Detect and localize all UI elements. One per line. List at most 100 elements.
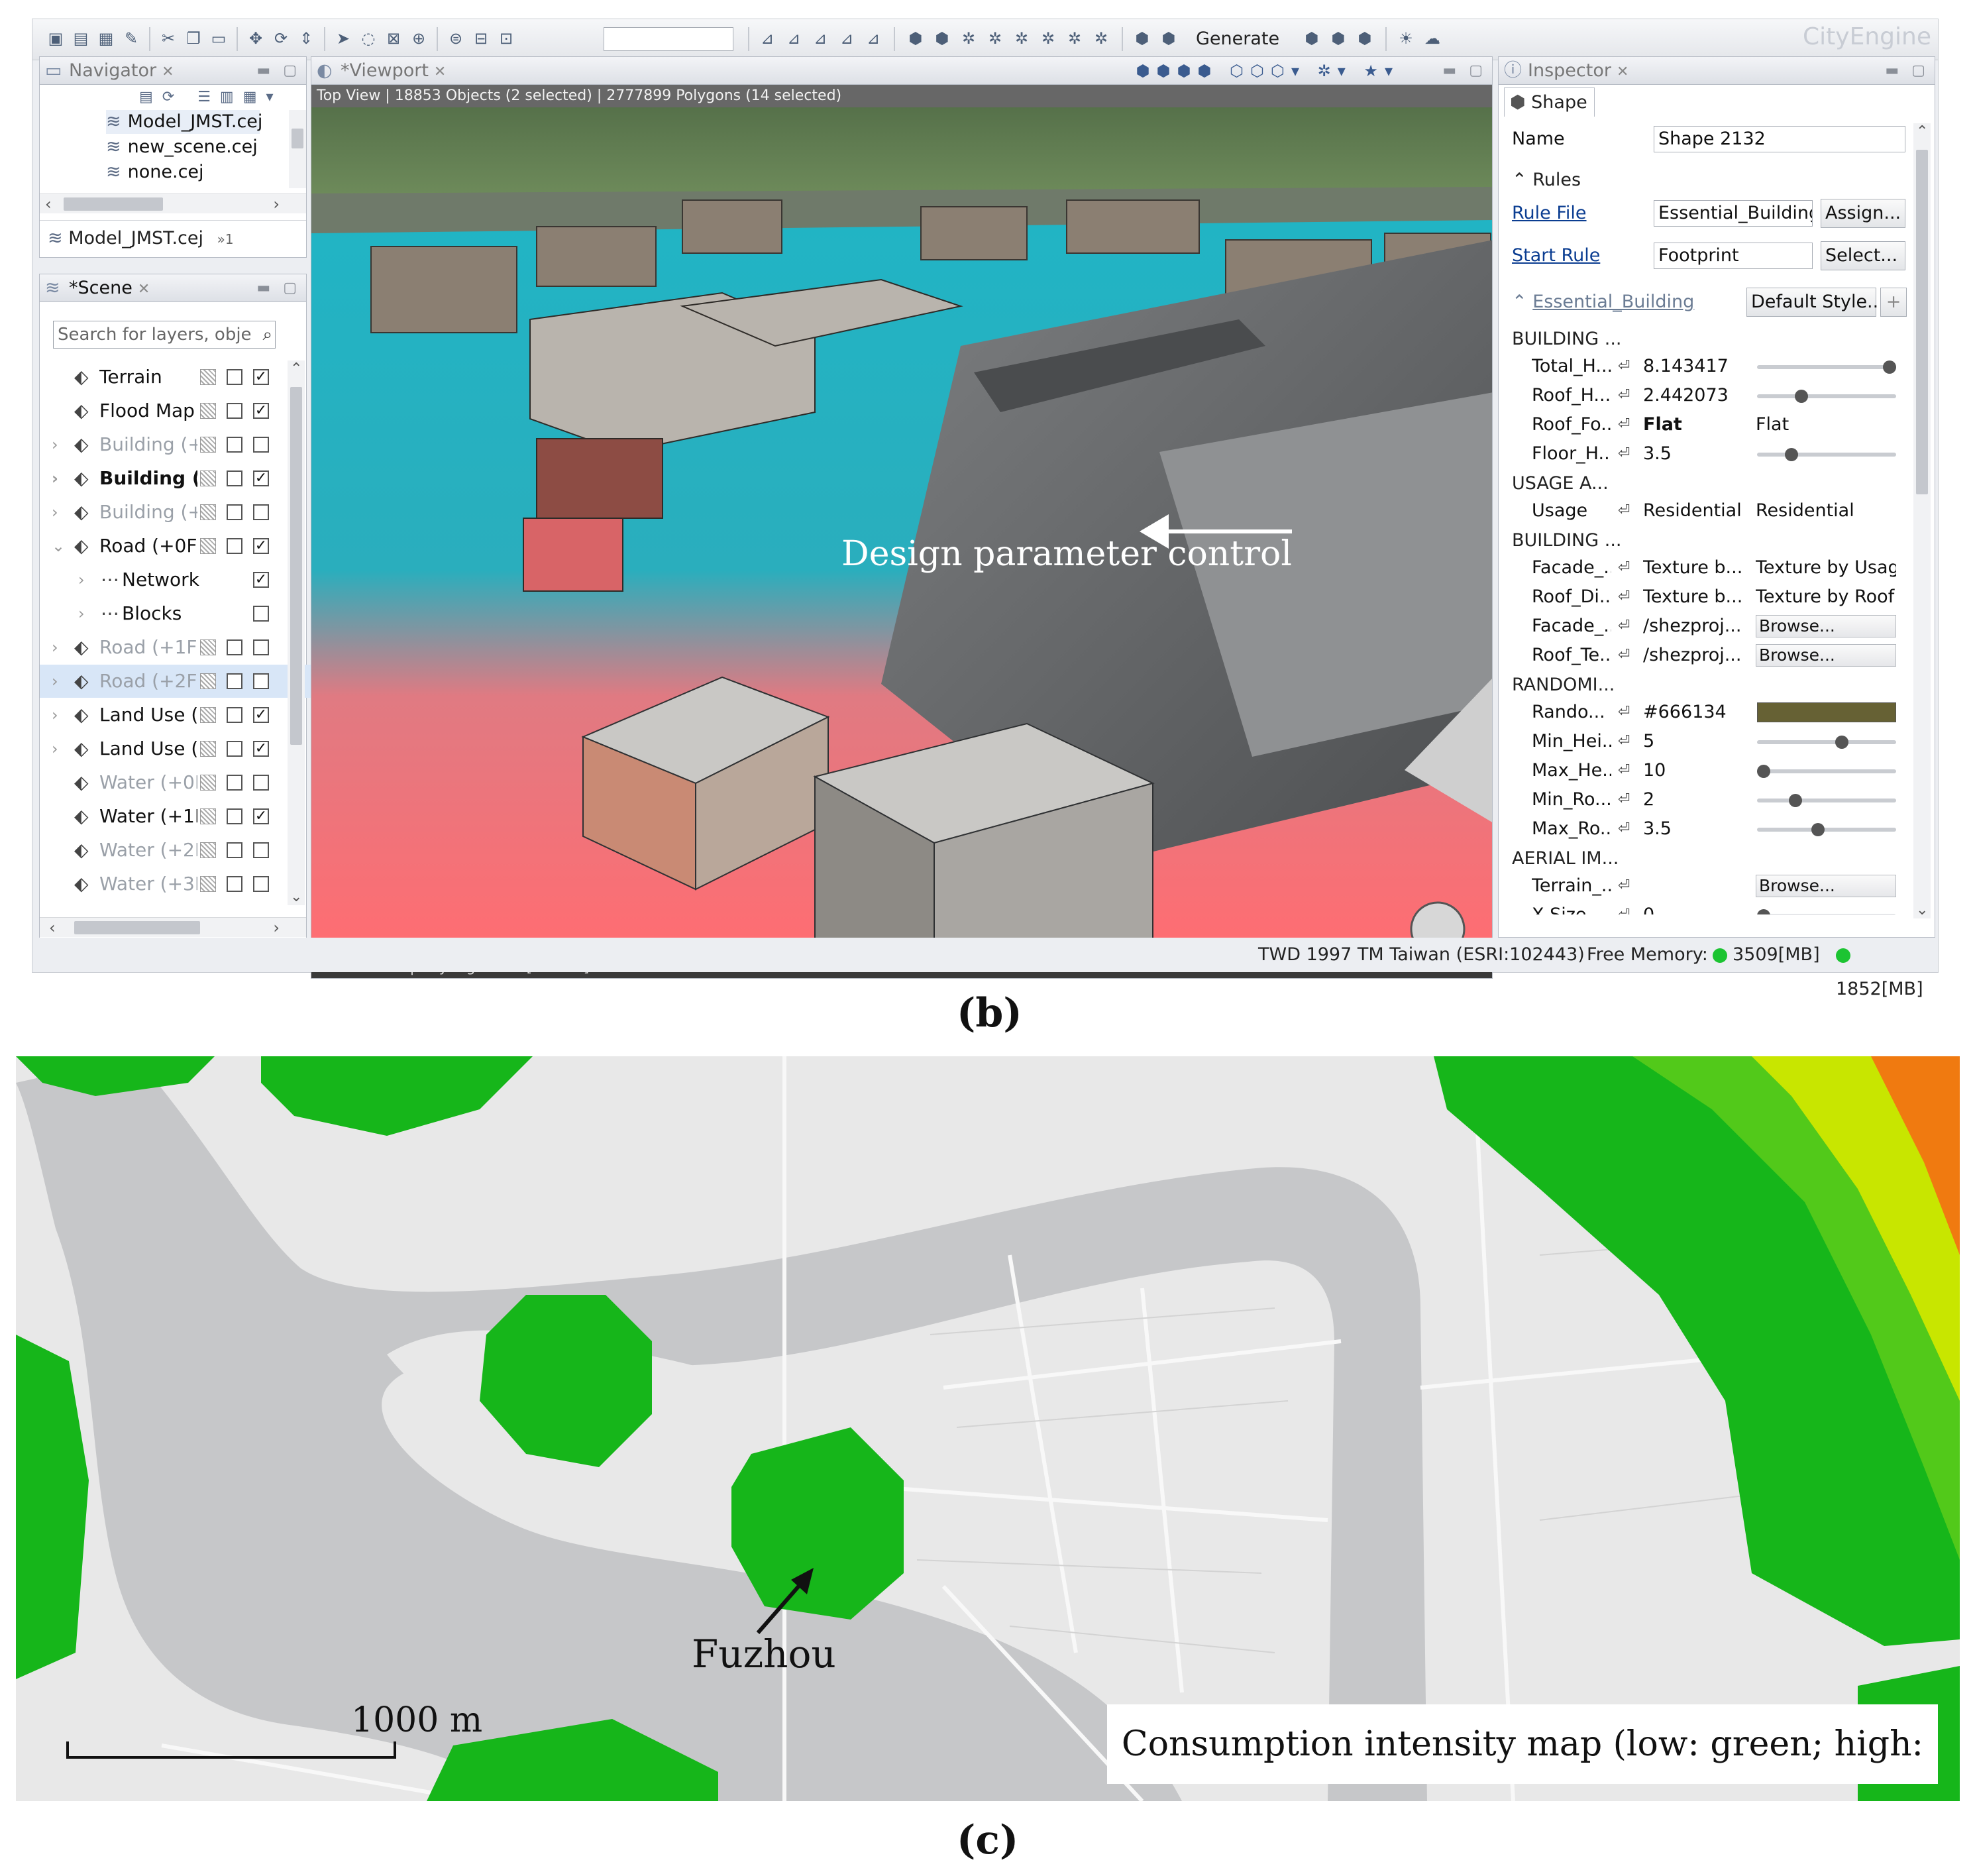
lock-toggle[interactable] — [200, 470, 216, 486]
3d-scene-view[interactable] — [311, 107, 1492, 949]
copy-icon[interactable]: ❐ — [184, 28, 203, 48]
enable-checkbox[interactable] — [253, 876, 269, 892]
connection-icon[interactable]: ⏎ — [1618, 757, 1630, 785]
cloud-icon[interactable]: ☁ — [1422, 28, 1442, 48]
enable-checkbox[interactable] — [253, 775, 269, 791]
lock-toggle[interactable] — [200, 437, 216, 453]
frame-tool-icon[interactable]: ⊠ — [384, 28, 403, 48]
enable-checkbox[interactable]: ✓ — [253, 741, 269, 757]
inspector-vscroll[interactable]: ⌃ ⌄ — [1913, 123, 1931, 918]
attribute-value[interactable]: Texture b... — [1643, 583, 1746, 611]
enable-checkbox[interactable]: ✓ — [253, 538, 269, 554]
default-style-button[interactable]: Default Style... — [1746, 288, 1884, 317]
enable-checkbox[interactable] — [253, 437, 269, 453]
attribute-slider[interactable] — [1757, 765, 1896, 778]
street-clean-icon[interactable]: ⊿ — [810, 28, 830, 48]
street-align-icon[interactable]: ⊿ — [837, 28, 857, 48]
enable-checkbox[interactable]: ✓ — [253, 707, 269, 723]
file-item[interactable]: ≋ none.cej — [106, 160, 204, 184]
layer-row[interactable]: › ⬖ Building (+ — [40, 496, 318, 529]
visibility-checkbox[interactable] — [227, 639, 242, 655]
paste-icon[interactable]: ▭ — [209, 28, 229, 48]
chevron-right-icon[interactable]: › — [52, 665, 58, 698]
close-icon[interactable]: ✕ — [434, 64, 446, 80]
attribute-slider[interactable] — [1757, 823, 1896, 836]
visibility-checkbox[interactable] — [227, 538, 242, 554]
attribute-value[interactable]: 10 — [1643, 757, 1746, 785]
search-icon[interactable]: ⌕ — [262, 321, 272, 348]
layer-row[interactable]: › ⬖ Land Use (F ✓ — [40, 698, 318, 732]
attribute-group-header[interactable]: USAGE A... — [1512, 473, 1609, 494]
enable-checkbox[interactable] — [253, 504, 269, 520]
breadcrumb[interactable]: ≋ Model_JMST.cej »1 — [40, 220, 306, 256]
visibility-checkbox[interactable] — [227, 876, 242, 892]
enable-checkbox[interactable]: ✓ — [253, 403, 269, 419]
enable-checkbox[interactable] — [253, 606, 269, 622]
lock-toggle[interactable] — [200, 842, 216, 858]
layer-row[interactable]: › ⬖ Road (+1F) — [40, 631, 318, 664]
visibility-checkbox[interactable] — [227, 741, 242, 757]
visibility-checkbox[interactable] — [227, 403, 242, 419]
attribute-choice[interactable]: Texture by Roof T — [1756, 583, 1896, 611]
attribute-group-header[interactable]: BUILDING ... — [1512, 530, 1622, 551]
file-item[interactable]: ≋ new_scene.cej — [106, 135, 258, 159]
attribute-group-header[interactable]: BUILDING ... — [1512, 329, 1622, 349]
chevron-right-icon[interactable]: › — [52, 496, 58, 529]
navigator-hscroll[interactable]: ‹ › — [40, 193, 306, 213]
connection-icon[interactable]: ⏎ — [1618, 872, 1630, 900]
scene-tab[interactable]: ≋ *Scene ✕ ▬ ▢ — [40, 274, 306, 302]
connection-icon[interactable]: ⏎ — [1618, 728, 1630, 755]
shape-clean-icon[interactable]: ✲ — [1065, 28, 1085, 48]
enable-checkbox[interactable] — [253, 639, 269, 655]
layer-search-input[interactable]: Search for layers, obje ⌕ — [53, 321, 276, 349]
layers-icon[interactable]: ⊟ — [471, 28, 491, 48]
slider-knob[interactable] — [1883, 360, 1896, 374]
move-tool-icon[interactable]: ✥ — [246, 28, 266, 48]
layer-row[interactable]: › ⬖ Building (+ — [40, 428, 318, 461]
shape-subdivide-icon[interactable]: ✲ — [1038, 28, 1058, 48]
rotate-tool-icon[interactable]: ⟳ — [271, 28, 291, 48]
viewport-toolbar[interactable]: ⬢⬢⬢⬢ ⬡⬡⬡▾ ✲▾ ★▾ — [1136, 57, 1399, 85]
start-rule-field[interactable]: Footprint — [1654, 243, 1813, 269]
color-swatch[interactable] — [1757, 702, 1896, 722]
scene-vscroll[interactable]: ⌃ ⌄ — [288, 360, 305, 905]
chevron-right-icon[interactable]: › — [52, 698, 58, 732]
connection-icon[interactable]: ⏎ — [1618, 382, 1630, 410]
file-item[interactable]: ≋ Model_JMST.cej — [106, 110, 262, 134]
layer-row[interactable]: ⬖ Water (+1N ✓ — [40, 800, 318, 833]
minimize-maximize-icon[interactable]: ▬ ▢ — [1442, 57, 1487, 85]
close-icon[interactable]: ✕ — [1617, 64, 1628, 80]
style-section-header[interactable]: ⌃ Essential_Building — [1512, 286, 1694, 318]
connection-icon[interactable]: ⏎ — [1618, 353, 1630, 380]
attribute-slider[interactable] — [1757, 390, 1896, 403]
connection-icon[interactable]: ⏎ — [1618, 411, 1630, 439]
slider-knob[interactable] — [1795, 390, 1808, 403]
visibility-checkbox[interactable] — [227, 504, 242, 520]
layer-row[interactable]: ⬖ Water (+3N — [40, 867, 318, 901]
connection-icon[interactable]: ⏎ — [1618, 583, 1630, 611]
inspector-tab[interactable]: ⓘ Inspector ✕ ▬ ▢ — [1499, 57, 1935, 85]
attribute-value[interactable]: /shezproj... — [1643, 641, 1746, 669]
attribute-value[interactable]: 5 — [1643, 728, 1746, 755]
attribute-value[interactable]: 3.5 — [1643, 815, 1746, 843]
shape-align-icon[interactable]: ✲ — [1091, 28, 1111, 48]
save-icon[interactable]: ▦ — [96, 28, 116, 48]
attribute-value[interactable]: Texture b... — [1643, 554, 1746, 582]
chevron-right-icon[interactable]: › — [52, 428, 58, 461]
attribute-group-header[interactable]: AERIAL IM... — [1512, 848, 1619, 869]
navigator-tab[interactable]: ▭ Navigator ✕ ▬ ▢ — [40, 57, 306, 85]
slider-knob[interactable] — [1835, 736, 1848, 749]
attribute-choice[interactable]: Texture by Usage — [1756, 554, 1896, 582]
attribute-value[interactable]: 8.143417 — [1643, 353, 1746, 380]
attribute-slider[interactable] — [1757, 736, 1896, 749]
browse-button[interactable]: Browse... — [1756, 615, 1896, 637]
layer-row[interactable]: › ⬖ Road (+2F) — [40, 665, 318, 698]
browse-button[interactable]: Browse... — [1756, 875, 1896, 897]
street-grow-icon[interactable]: ⊿ — [784, 28, 804, 48]
edit-icon[interactable]: ⊜ — [446, 28, 466, 48]
minimize-maximize-icon[interactable]: ▬ ▢ — [256, 57, 301, 85]
street-tool-icon[interactable]: ⊿ — [757, 28, 777, 48]
attribute-choice[interactable]: Flat — [1756, 411, 1896, 439]
browse-button[interactable]: Browse... — [1756, 644, 1896, 667]
attribute-value[interactable]: /shezproj... — [1643, 612, 1746, 640]
